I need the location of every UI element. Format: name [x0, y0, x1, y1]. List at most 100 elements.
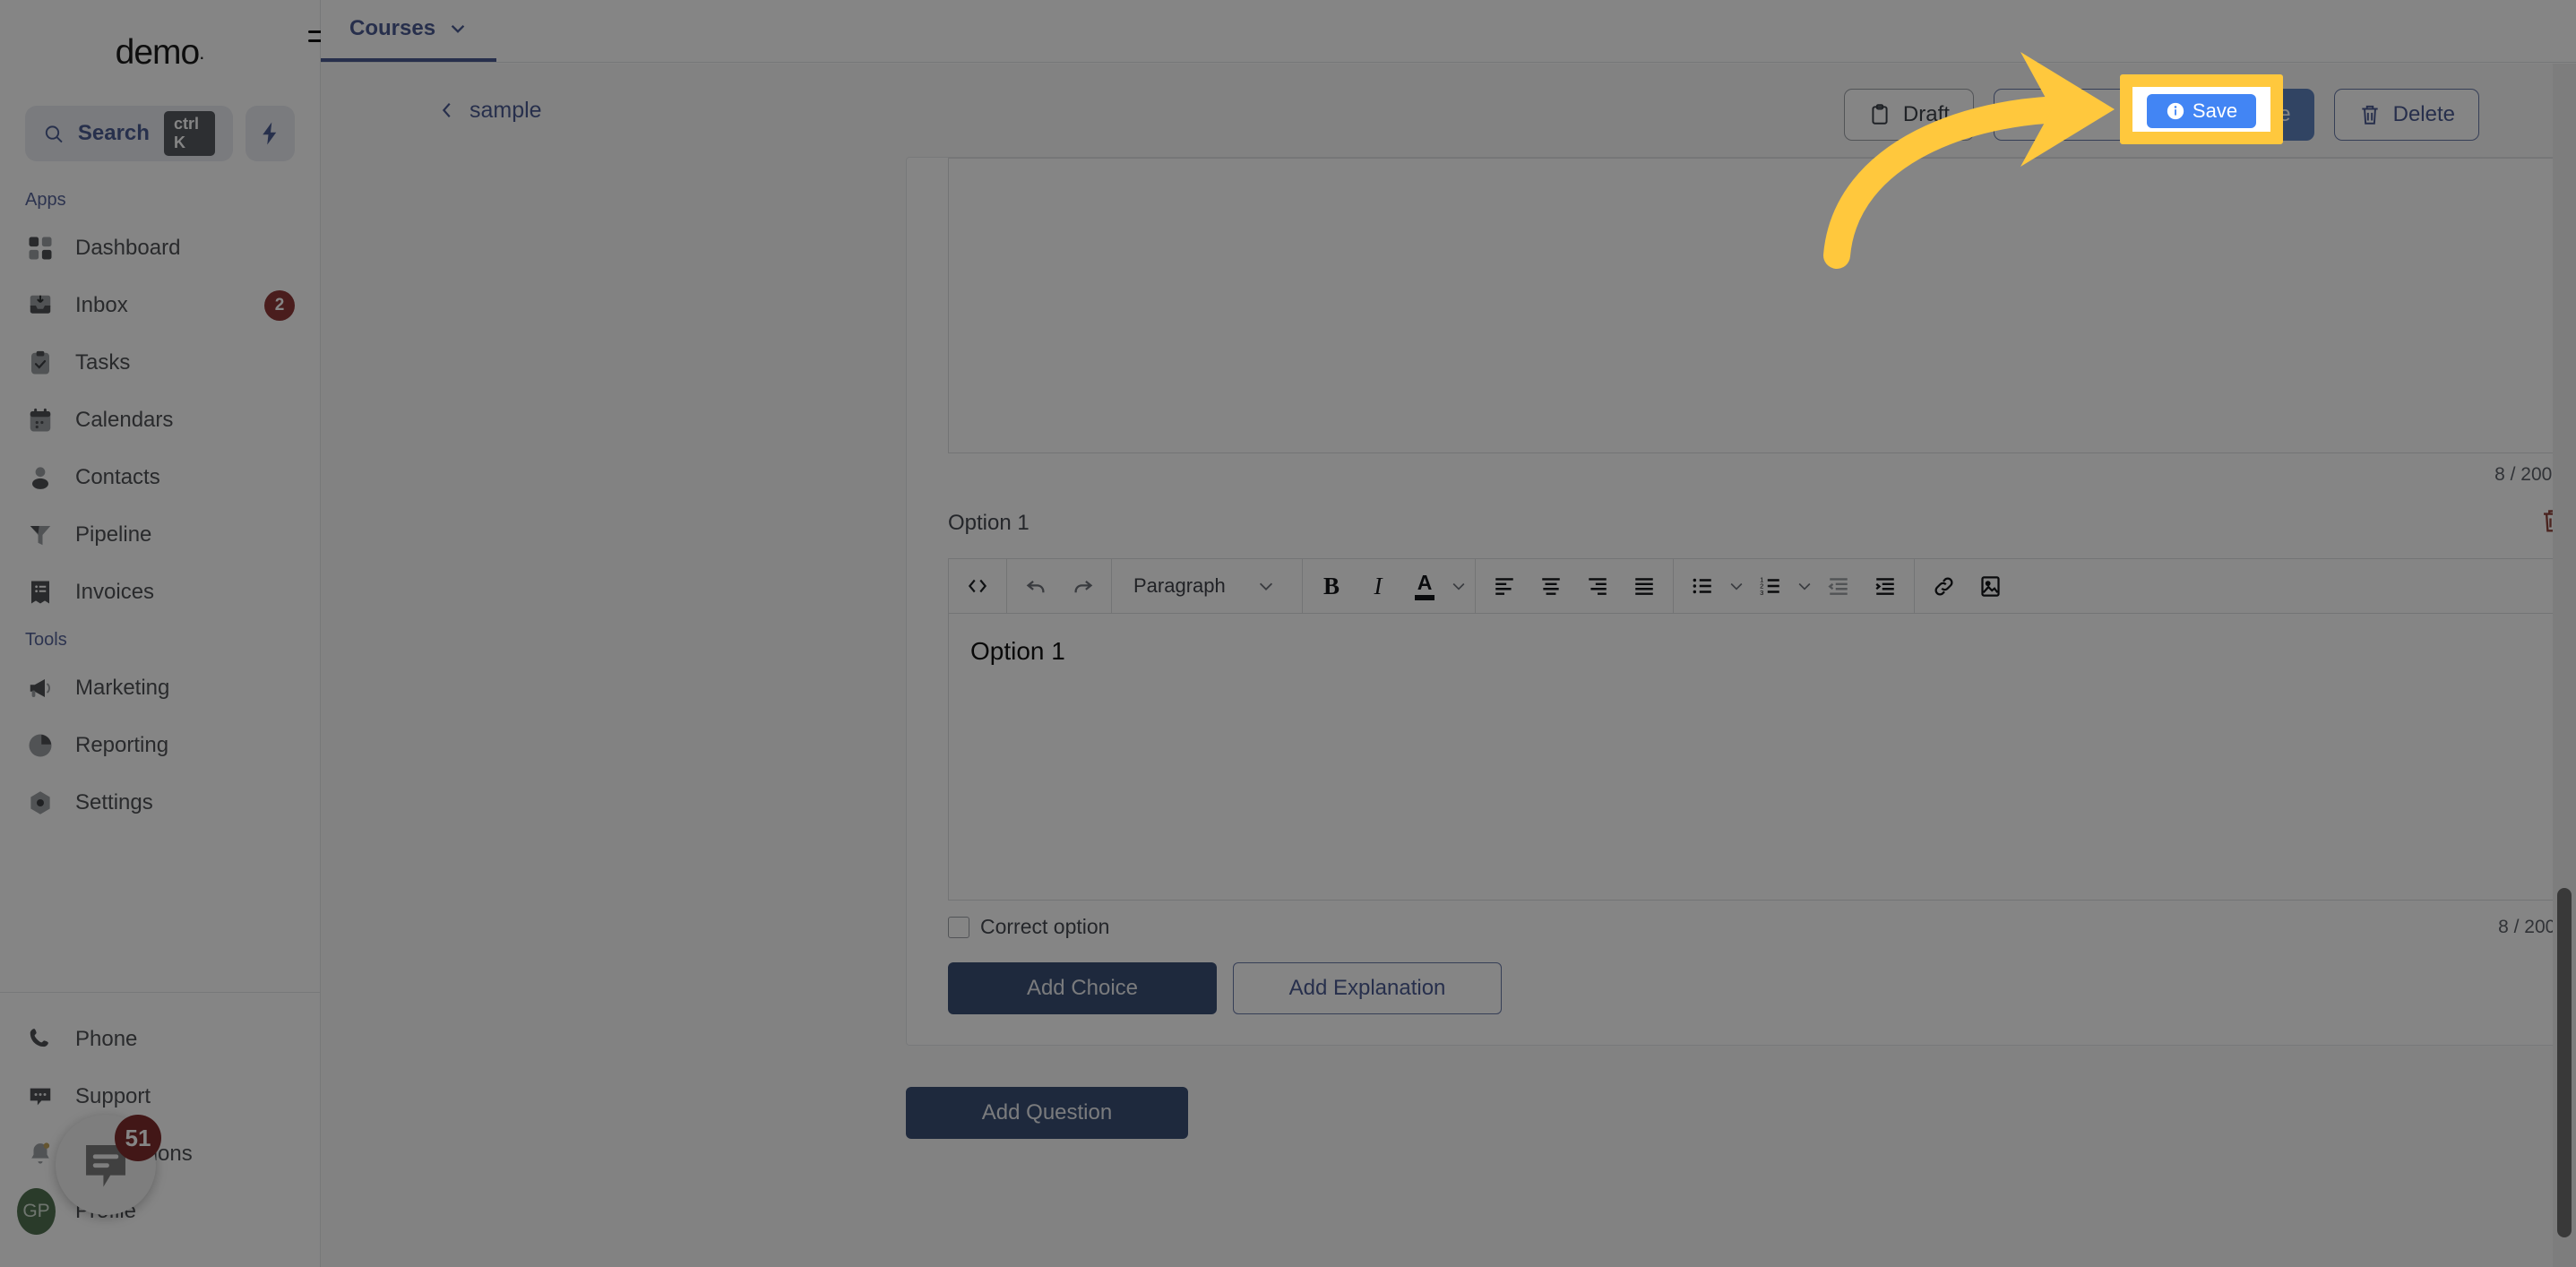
sidebar-item-label: Inbox	[75, 293, 128, 317]
person-icon	[25, 462, 56, 493]
align-justify-icon	[1635, 578, 1653, 595]
chevron-down-icon	[1730, 582, 1743, 590]
bell-icon	[25, 1139, 56, 1169]
sidebar-item-invoices[interactable]: Invoices	[0, 564, 320, 621]
option-editor-body[interactable]: Option 1	[948, 614, 2566, 901]
sidebar-item-dashboard[interactable]: Dashboard	[0, 220, 320, 277]
sidebar-item-pipeline[interactable]: Pipeline	[0, 506, 320, 564]
bold-icon: B	[1322, 572, 1340, 599]
insert-image-button[interactable]	[1967, 559, 2013, 613]
tab-label: Courses	[349, 16, 436, 40]
toolbar-group-block-format: Paragraph	[1112, 559, 1303, 613]
chevron-down-icon	[1259, 582, 1272, 590]
align-justify-button[interactable]	[1621, 559, 1667, 613]
sidebar-item-label: Calendars	[75, 408, 174, 432]
add-choice-button[interactable]: Add Choice	[948, 962, 1217, 1014]
inbox-badge: 2	[264, 290, 295, 321]
delete-button[interactable]: Delete	[2333, 89, 2479, 141]
option-editor-text: Option 1	[970, 637, 1065, 665]
add-question-button[interactable]: Add Question	[906, 1087, 1188, 1139]
breadcrumb[interactable]: sample	[437, 98, 542, 124]
correct-option-checkbox[interactable]: Correct option	[948, 915, 1109, 939]
align-right-button[interactable]	[1574, 559, 1621, 613]
sidebar-item-label: Phone	[75, 1027, 138, 1051]
quick-action-button[interactable]	[246, 106, 295, 161]
chat-widget-button[interactable]: 51	[56, 1115, 161, 1215]
info-icon	[2209, 105, 2228, 125]
bold-button[interactable]: B	[1308, 559, 1355, 613]
sidebar-item-calendars[interactable]: Calendars	[0, 392, 320, 449]
save-button[interactable]: Save	[2183, 89, 2314, 141]
lightning-bolt-icon	[262, 122, 276, 145]
undo-icon	[1026, 580, 1044, 592]
inbox-icon	[25, 290, 56, 321]
clipboard-check-icon	[25, 348, 56, 378]
draft-label: Draft	[1902, 102, 1950, 126]
chevron-down-icon	[1798, 582, 1811, 590]
sidebar-item-support[interactable]: Support	[0, 1068, 320, 1125]
sidebar-section-title-apps: Apps	[25, 190, 66, 210]
sidebar-item-inbox[interactable]: Inbox 2	[0, 277, 320, 334]
app-page: demo . Search ctrl K Apps Dashboard Inbo…	[0, 0, 2576, 1267]
sidebar: demo . Search ctrl K Apps Dashboard Inbo…	[0, 0, 335, 1267]
text-color-swatch	[1415, 594, 1434, 600]
svg-text:3: 3	[1760, 589, 1763, 597]
indent-button[interactable]	[1862, 559, 1908, 613]
text-color-button[interactable]: A	[1401, 559, 1448, 613]
sidebar-item-tasks[interactable]: Tasks	[0, 334, 320, 392]
undo-button[interactable]	[1012, 559, 1059, 613]
toolbar-group-alignment	[1476, 559, 1674, 613]
clipboard-icon	[1872, 104, 1888, 125]
search-label: Search	[77, 121, 150, 145]
phone-icon	[25, 1024, 56, 1055]
draft-button[interactable]: Draft	[1843, 89, 1974, 141]
sidebar-item-settings[interactable]: Settings	[0, 774, 320, 832]
page-scrollbar-thumb[interactable]	[2557, 888, 2572, 1237]
sidebar-item-label: Contacts	[75, 465, 160, 489]
toolbar-group-insert	[1915, 559, 2019, 613]
sidebar-item-label: Support	[75, 1084, 151, 1108]
sidebar-item-phone[interactable]: Phone	[0, 1011, 320, 1068]
sidebar-item-marketing[interactable]: Marketing	[0, 659, 320, 717]
correct-option-label: Correct option	[980, 915, 1110, 938]
calendar-icon	[25, 405, 56, 435]
funnel-icon	[25, 520, 56, 550]
sidebar-item-profile[interactable]: GP Profile	[0, 1183, 320, 1240]
bullet-list-dropdown[interactable]	[1726, 577, 1747, 595]
question-text-area[interactable]	[948, 158, 2566, 453]
tab-courses[interactable]: Courses	[321, 0, 497, 62]
rich-text-toolbar: Paragraph B I A 1 2 3	[948, 558, 2566, 614]
bullet-list-button[interactable]	[1679, 559, 1726, 613]
align-center-icon	[1542, 578, 1560, 595]
numbered-list-dropdown[interactable]	[1794, 577, 1815, 595]
outdent-button[interactable]	[1815, 559, 1862, 613]
block-format-select[interactable]: Paragraph	[1117, 559, 1297, 613]
avatar-initials: GP	[17, 1188, 56, 1235]
delete-label: Delete	[2392, 102, 2455, 126]
code-view-button[interactable]	[954, 559, 1001, 613]
code-icon	[968, 579, 987, 593]
obscured-action-button[interactable]	[1993, 89, 2164, 141]
sidebar-item-reporting[interactable]: Reporting	[0, 717, 320, 774]
toolbar-group-source	[949, 559, 1007, 613]
sidebar-item-contacts[interactable]: Contacts	[0, 449, 320, 506]
chevron-down-icon	[1452, 582, 1465, 590]
align-center-button[interactable]	[1528, 559, 1574, 613]
page-scrollbar-track[interactable]	[2553, 64, 2576, 1267]
breadcrumb-label: sample	[470, 97, 542, 123]
option-label: Option 1	[948, 510, 1030, 535]
align-left-button[interactable]	[1481, 559, 1528, 613]
text-color-icon: A	[1417, 570, 1433, 594]
header-actions: Draft Save Delete	[1843, 89, 2479, 141]
align-right-icon	[1589, 578, 1607, 595]
italic-button[interactable]: I	[1355, 559, 1401, 613]
option-header-row: Option 1	[948, 507, 2566, 539]
question-card: 8 / 2000 Option 1 Paragraph B I A 1 2 3 …	[906, 157, 2576, 1046]
search-input[interactable]: Search ctrl K	[25, 106, 234, 161]
numbered-list-button[interactable]: 123	[1747, 559, 1794, 613]
redo-button[interactable]	[1059, 559, 1106, 613]
text-color-dropdown[interactable]	[1448, 577, 1469, 595]
link-button[interactable]	[1920, 559, 1967, 613]
add-explanation-button[interactable]: Add Explanation	[1233, 962, 1502, 1014]
